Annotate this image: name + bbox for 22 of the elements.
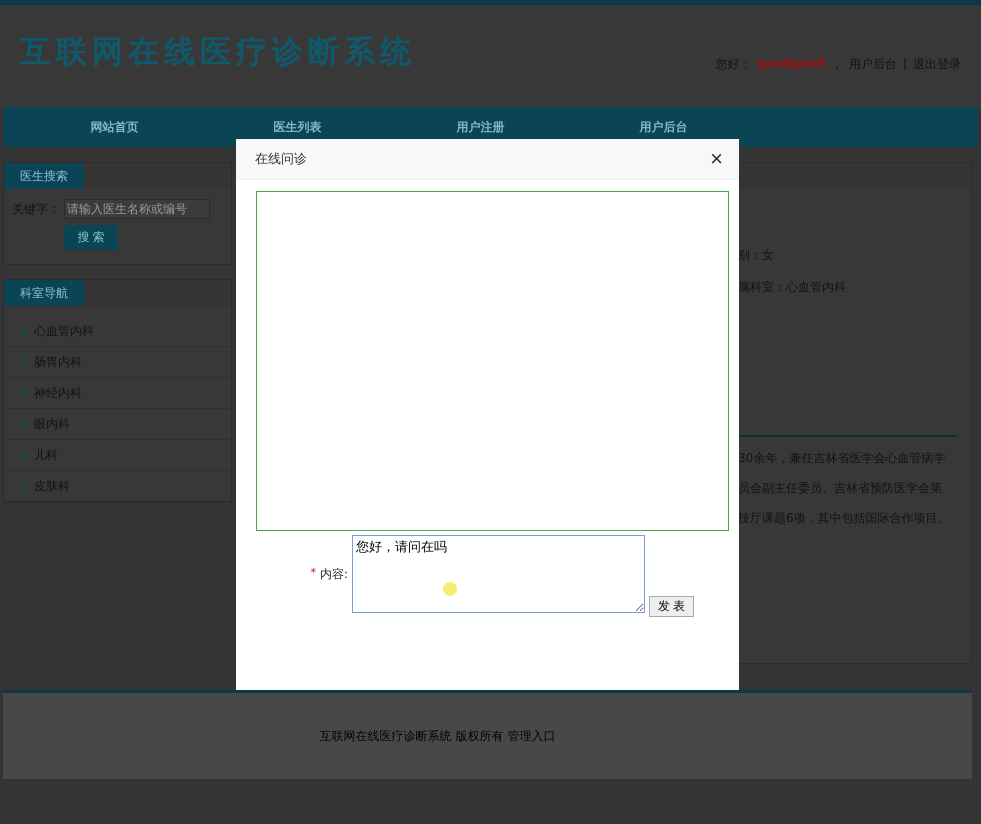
triangle-icon — [22, 420, 26, 428]
triangle-icon — [22, 389, 26, 397]
search-field[interactable]: 请输入医生名称或编号 — [64, 199, 210, 219]
header-text: ， — [830, 56, 843, 72]
submit-button[interactable]: 发 表 — [649, 596, 694, 617]
panel-title: 科室导航 — [4, 280, 84, 306]
required-mark: * — [310, 566, 316, 580]
username: goodgood — [758, 56, 825, 72]
triangle-icon — [22, 482, 26, 490]
triangle-icon — [22, 451, 26, 459]
triangle-icon — [22, 327, 26, 335]
copyright-text: 互联网在线医疗诊断系统 版权所有 — [320, 728, 504, 744]
header-text: | — [902, 56, 907, 72]
panel-title: 医生搜索 — [4, 163, 84, 189]
nav-link[interactable]: 网站首页 — [23, 107, 206, 147]
admin-link[interactable]: 管理入口 — [507, 728, 556, 744]
dialog-title: 在线问诊 — [255, 151, 307, 168]
search-button[interactable]: 搜 索 — [64, 225, 118, 250]
close-button[interactable]: × — [710, 148, 723, 170]
content-field[interactable]: 您好，请问在吗 — [352, 535, 645, 613]
content-label: 内容: — [320, 566, 348, 582]
triangle-icon — [22, 358, 26, 366]
